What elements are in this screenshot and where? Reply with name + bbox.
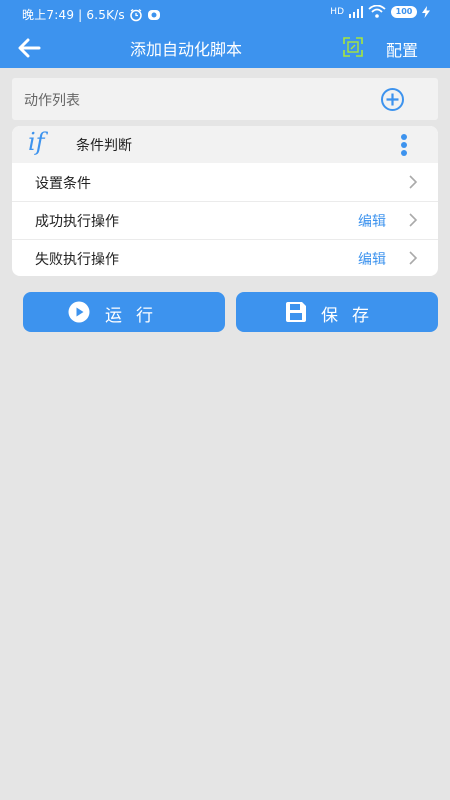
top-bar: 晚上7:49 | 6.5K/s HD 100 添加自动化脚本 配置 xyxy=(0,0,450,68)
config-button[interactable]: 配置 xyxy=(386,37,418,61)
charging-icon xyxy=(422,5,430,18)
condition-card-header: if 条件判断 xyxy=(12,126,438,163)
hd-label: HD xyxy=(330,6,344,17)
chevron-right-icon xyxy=(409,251,418,265)
row-label: 设置条件 xyxy=(35,176,91,192)
more-options-button[interactable] xyxy=(396,132,412,158)
plus-circle-icon xyxy=(381,88,404,111)
save-button[interactable]: 保存 xyxy=(236,292,438,332)
success-action-row[interactable]: 成功执行操作 编辑 xyxy=(12,201,438,239)
row-label: 成功执行操作 xyxy=(35,214,119,230)
failure-action-row[interactable]: 失败执行操作 编辑 xyxy=(12,239,438,276)
floppy-disk-icon xyxy=(286,302,306,322)
more-vertical-icon xyxy=(401,134,407,140)
edit-success-link[interactable]: 编辑 xyxy=(358,211,386,231)
status-time-speed: 晚上7:49 | 6.5K/s xyxy=(22,8,125,22)
notification-app-icon xyxy=(147,9,160,20)
wifi-icon xyxy=(368,5,386,18)
play-circle-icon xyxy=(68,301,90,323)
chevron-right-icon xyxy=(409,175,418,189)
add-action-button[interactable] xyxy=(380,87,405,112)
fullscreen-button[interactable] xyxy=(342,36,364,58)
chevron-right-icon xyxy=(409,213,418,227)
signal-icon xyxy=(349,5,363,18)
run-button[interactable]: 运行 xyxy=(23,292,225,332)
action-list-header: 动作列表 xyxy=(12,78,438,120)
edit-failure-link[interactable]: 编辑 xyxy=(358,249,386,269)
status-bar: 晚上7:49 | 6.5K/s HD 100 xyxy=(0,0,450,28)
condition-card: if 条件判断 设置条件 成功执行操作 编辑 失败执行操作 编辑 xyxy=(12,126,438,276)
condition-card-title: 条件判断 xyxy=(76,138,132,154)
battery-indicator: 100 xyxy=(391,5,417,18)
action-list-label: 动作列表 xyxy=(24,93,80,109)
alarm-icon xyxy=(130,8,142,21)
run-label: 运行 xyxy=(105,306,167,326)
row-label: 失败执行操作 xyxy=(35,252,119,268)
save-label: 保存 xyxy=(321,306,383,326)
set-condition-row[interactable]: 设置条件 xyxy=(12,163,438,201)
if-icon: if xyxy=(28,128,45,156)
page-title: 添加自动化脚本 xyxy=(129,40,242,59)
expand-icon xyxy=(343,37,363,57)
app-bar: 添加自动化脚本 配置 xyxy=(0,28,450,68)
